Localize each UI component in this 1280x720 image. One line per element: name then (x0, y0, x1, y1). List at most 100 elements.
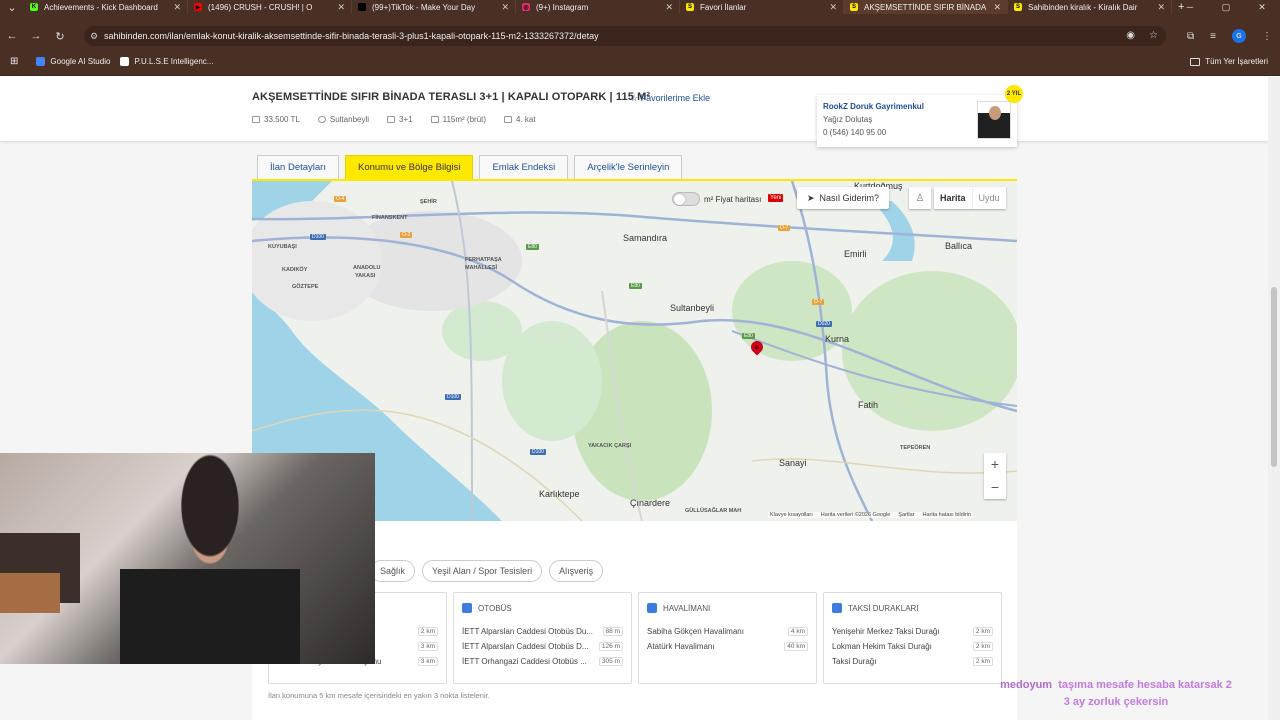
all-bookmarks[interactable]: Tüm Yer İşaretleri (1190, 57, 1268, 66)
add-favorite-link[interactable]: ☆ Favorilerime Ekle (630, 93, 710, 104)
eye-off-icon[interactable]: ◉ (1126, 30, 1135, 41)
map-label-tepeoren: TEPEÖREN (900, 445, 931, 451)
road-shield: D100 (445, 394, 461, 400)
poi-distance: 126 m (598, 642, 623, 651)
chip-saglik[interactable]: Sağlık (370, 560, 416, 582)
tab-favicon-icon: S (686, 3, 694, 11)
poi-category-icon (647, 603, 657, 613)
profile-avatar[interactable]: G (1232, 29, 1246, 43)
poi-distance: 3 km (417, 657, 438, 666)
browser-tab[interactable]: K Achievements - Kick Dashboard ✕ (24, 0, 188, 14)
poi-distance: 305 m (598, 657, 623, 666)
chip-alisveris[interactable]: Alışveriş (549, 560, 604, 582)
keyboard-shortcuts-link[interactable]: Klavye kısayolları (770, 512, 813, 518)
poi-box: TAKSİ DURAKLARI Yenişehir Merkez Taksi Du… (823, 592, 1002, 684)
star-bookmark-icon[interactable]: ☆ (1149, 30, 1158, 41)
poi-row[interactable]: Taksi Durağı 2 km (832, 657, 993, 666)
map-label-mahallesi: MAHALLESİ (465, 265, 498, 271)
tab-close-icon[interactable]: ✕ (173, 2, 181, 13)
chat-message-a: taşıma mesafe hesaba katarsak 2 (1058, 679, 1232, 691)
poi-distance: 2 km (972, 642, 993, 651)
seller-card[interactable]: RookZ Doruk Gayrimenkul Yağız Dolutaş 0 … (817, 95, 1017, 147)
poi-row[interactable]: Lokman Hekim Taksi Durağı 2 km (832, 642, 993, 651)
bookmark-ai-studio[interactable]: Google AI Studio (36, 57, 110, 66)
browser-tab[interactable]: S AKŞEMSETTİNDE SIFIR BİNADA ✕ (844, 0, 1008, 14)
forward-icon[interactable]: → (24, 30, 48, 42)
site-info-icon[interactable]: ⚙ (90, 31, 98, 42)
address-bar[interactable]: ⚙ sahibinden.com/ilan/emlak-konut-kirali… (84, 26, 1166, 46)
zoom-control: + − (984, 453, 1006, 499)
poi-box-header: HAVALİMANI (647, 603, 808, 613)
directions-button[interactable]: ➤ Nasıl Giderim? (797, 187, 890, 209)
poi-row[interactable]: Yenişehir Merkez Taksi Durağı 2 km (832, 627, 993, 636)
poi-row[interactable]: Sabiha Gökçen Havalimanı 4 km (647, 627, 808, 636)
apps-icon[interactable]: ⊞ (10, 56, 18, 67)
menu-icon[interactable]: ⋮ (1262, 31, 1272, 42)
map-type-satellite[interactable]: Uydu (971, 187, 1006, 209)
terms-link[interactable]: Şartlar (898, 512, 914, 518)
agent-photo (977, 101, 1011, 139)
tab-close-icon[interactable]: ✕ (665, 2, 673, 13)
tab-strip: ⌄ K Achievements - Kick Dashboard ✕ ▶ (1496)… (0, 0, 1280, 14)
page-scrollbar[interactable] (1268, 77, 1280, 720)
scrollbar-thumb[interactable] (1271, 287, 1277, 467)
tab-ilan-detaylari[interactable]: İlan Detayları (257, 155, 339, 179)
price-icon (252, 116, 260, 123)
membership-badge: 2 YIL (1005, 85, 1023, 103)
map-label-yakacik: YAKACIK ÇARŞI (588, 443, 632, 449)
area-icon (430, 116, 439, 123)
poi-name: İETT Orhangazi Caddesi Otobüs ... (462, 657, 587, 666)
browser-tab[interactable]: ♪ (99+)TikTok - Make Your Day ✕ (352, 0, 516, 14)
poi-box-header: TAKSİ DURAKLARI (832, 603, 993, 613)
district: Sultanbeyli (317, 115, 369, 124)
extensions-icon[interactable]: ⧉ (1187, 31, 1194, 42)
tab-close-icon[interactable]: ✕ (337, 2, 345, 13)
map-label-finanskent: FİNANSKENT (372, 215, 408, 221)
poi-box: OTOBÜS İETT Alparslan Caddesi Otobüs Du..… (453, 592, 632, 684)
back-icon[interactable]: ← (0, 30, 24, 42)
chat-overlay: medoyum taşıma mesafe hesaba katarsak 2 … (985, 677, 1247, 711)
tab-close-icon[interactable]: ✕ (1157, 2, 1165, 13)
report-error-link[interactable]: Harita hatası bildirin (922, 512, 971, 518)
poi-box-header: OTOBÜS (462, 603, 623, 613)
poi-row[interactable]: İETT Alparslan Caddesi Otobüs D... 126 m (462, 642, 623, 651)
browser-tab[interactable]: S Favori İlanlar ✕ (680, 0, 844, 14)
tab-arcelik[interactable]: Arçelik'le Serinleyin (574, 155, 683, 179)
bookmark-pulse[interactable]: P.U.L.S.E Intelligenc... (120, 57, 213, 66)
tab-close-icon[interactable]: ✕ (993, 2, 1001, 13)
browser-tab[interactable]: S Sahibinden kiralık - Kiralık Dair ✕ (1008, 0, 1172, 14)
zoom-out-button[interactable]: − (984, 476, 1006, 499)
poi-row[interactable]: Atatürk Havalimanı 40 km (647, 642, 808, 651)
tab-close-icon[interactable]: ✕ (829, 2, 837, 13)
listing-meta: 33.500 TL Sultanbeyli 3+1 115m² (brüt) 4… (252, 115, 536, 124)
browser-tab[interactable]: ▶ (1496) CRUSH - CRUSH! | O ✕ (188, 0, 352, 14)
poi-category-chips: Sağlık Yeşil Alan / Spor Tesisleri Alışv… (370, 560, 604, 582)
map-type-map[interactable]: Harita (934, 187, 972, 209)
floor-icon (504, 116, 513, 123)
maximize-icon[interactable]: ▢ (1208, 0, 1244, 14)
reload-icon[interactable]: ↻ (48, 30, 72, 43)
tab-title: Sahibinden kiralık - Kiralık Dair (1028, 2, 1138, 12)
poi-row[interactable]: İETT Orhangazi Caddesi Otobüs ... 305 m (462, 657, 623, 666)
map-label-karliktepe: Karlıktepe (539, 489, 580, 499)
close-window-icon[interactable]: ✕ (1244, 0, 1280, 14)
media-icon[interactable]: ≡ (1210, 31, 1216, 42)
poi-distance: 88 m (602, 627, 623, 636)
road-shield: O-7 (812, 299, 825, 305)
pegman-icon[interactable]: ♙ (909, 187, 931, 209)
floor: 4. kat (504, 115, 536, 124)
browser-tab[interactable]: ◎ (9+) Instagram ✕ (516, 0, 680, 14)
tab-search-icon[interactable]: ⌄ (0, 1, 24, 14)
tab-close-icon[interactable]: ✕ (501, 2, 509, 13)
price-map-toggle[interactable] (672, 192, 700, 206)
poi-row[interactable]: İETT Alparslan Caddesi Otobüs Du... 88 m (462, 627, 623, 636)
poi-category-icon (832, 603, 842, 613)
minimize-icon[interactable]: ─ (1172, 0, 1208, 14)
map-label-goztepe: GÖZTEPE (292, 284, 319, 290)
zoom-in-button[interactable]: + (984, 453, 1006, 476)
tab-emlak-endeksi[interactable]: Emlak Endeksi (479, 155, 569, 179)
chip-yesil-alan[interactable]: Yeşil Alan / Spor Tesisleri (422, 560, 543, 582)
tab-title: Favori İlanlar (700, 2, 747, 12)
tab-konum[interactable]: Konumu ve Bölge Bilgisi (344, 155, 474, 179)
map-label-gullusaglar: GÜLLÜSAĞLAR MAH (685, 508, 742, 514)
